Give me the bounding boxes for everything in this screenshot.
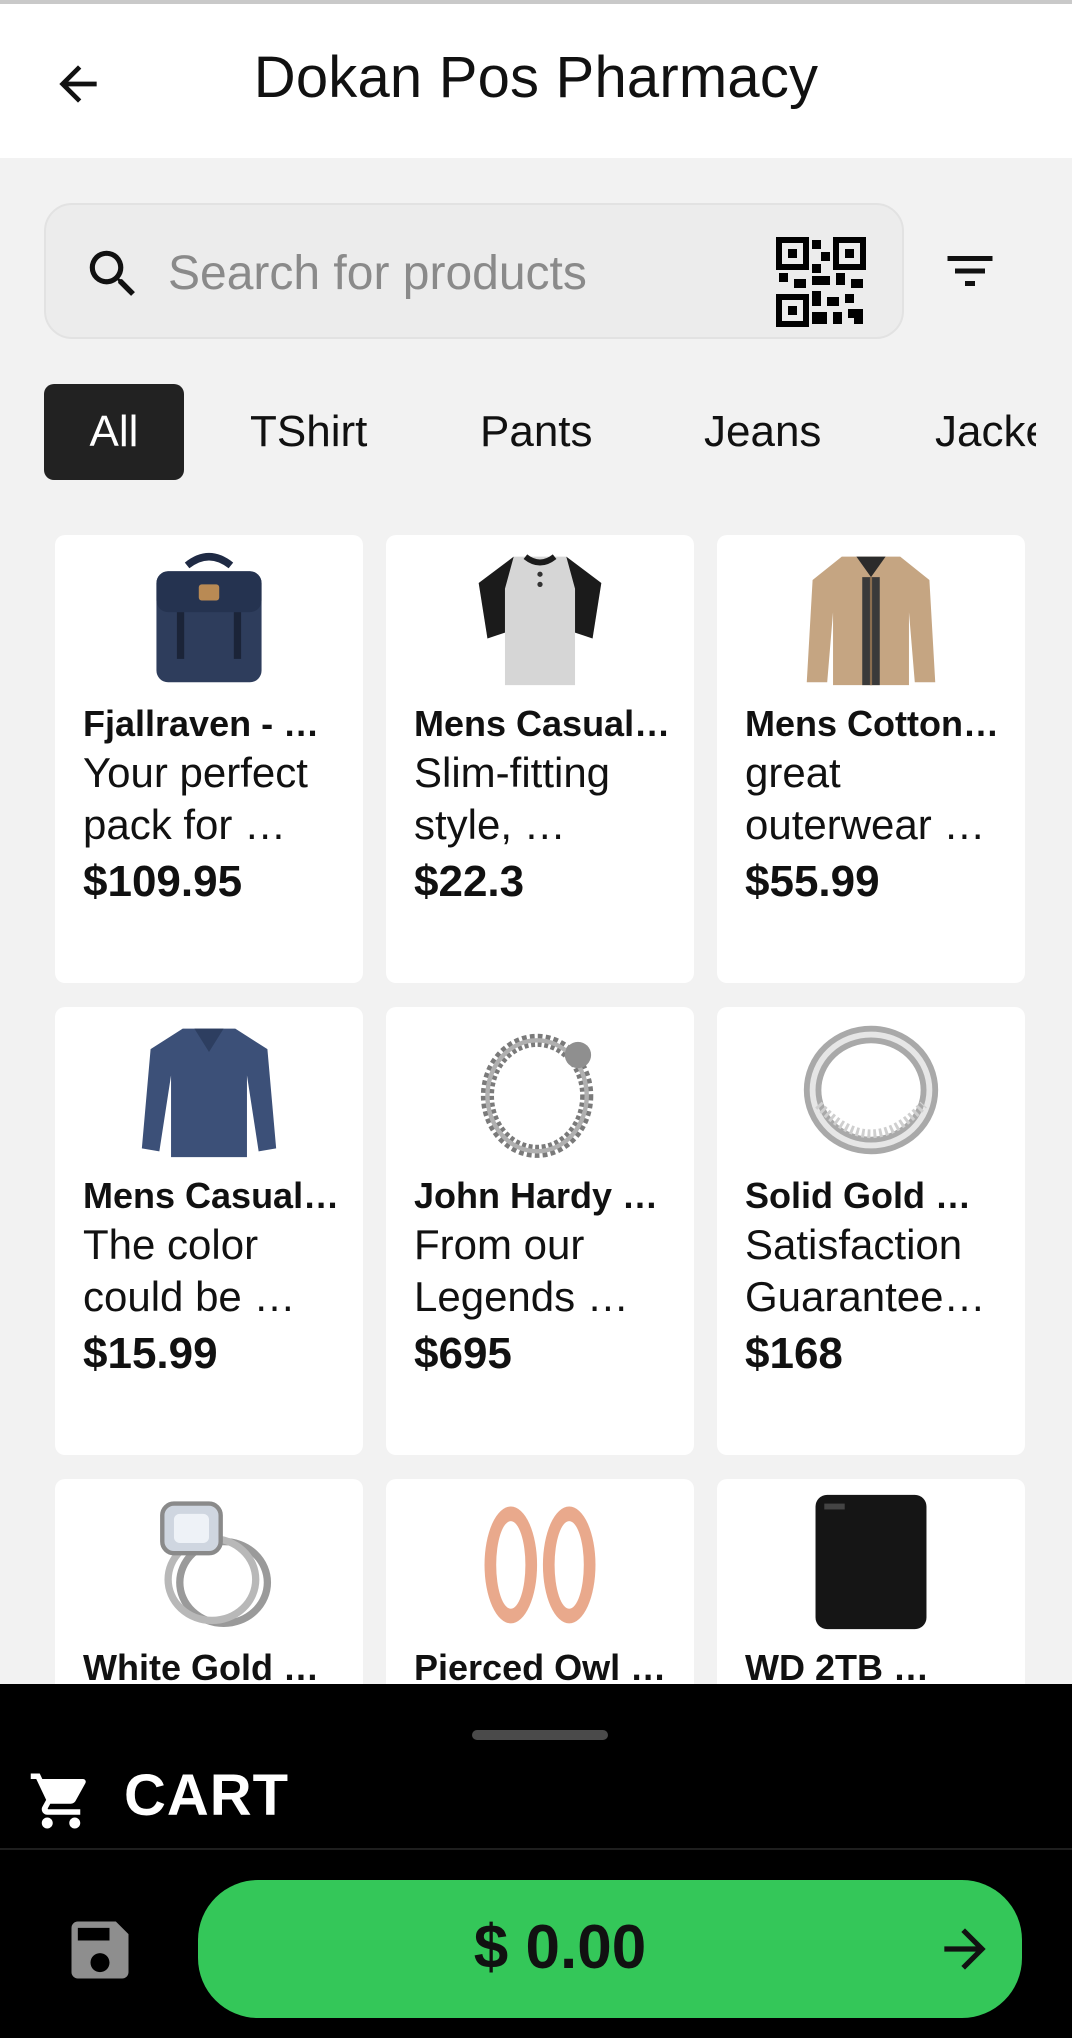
bracelet-image bbox=[480, 1033, 594, 1158]
product-name: WD 2TB … bbox=[745, 1647, 929, 1685]
page-title: Dokan Pos Pharmacy bbox=[253, 45, 819, 110]
arrow-forward-icon bbox=[944, 1928, 986, 1970]
diamond-ring-image bbox=[160, 1501, 272, 1627]
product-card[interactable]: Pierced Owl … bbox=[386, 1479, 694, 1685]
backpack-image bbox=[156, 553, 262, 683]
product-price: $55.99 bbox=[745, 857, 880, 906]
product-description: Your perfect pack for … bbox=[83, 749, 308, 848]
search-bar[interactable] bbox=[44, 203, 904, 339]
product-name: Mens Casual… bbox=[414, 703, 671, 744]
product-card[interactable]: Mens Casual… The color could be … $15.99 bbox=[55, 1007, 363, 1455]
hard-drive-image bbox=[815, 1494, 927, 1630]
category-tabs: All TShirt Pants Jeans Jacke bbox=[44, 384, 1036, 480]
product-description: From our Legends … bbox=[414, 1221, 629, 1320]
product-description: The color could be … bbox=[83, 1221, 296, 1320]
product-name: Mens Cotton… bbox=[745, 703, 999, 744]
product-card[interactable]: WD 2TB … bbox=[717, 1479, 1025, 1685]
product-name: Mens Casual… bbox=[83, 1175, 340, 1216]
product-card[interactable]: Mens Cotton… great outerwear … $55.99 bbox=[717, 535, 1025, 983]
product-grid: Fjallraven - … Your perfect pack for … $… bbox=[55, 535, 1025, 1685]
plugs-image bbox=[484, 1506, 596, 1624]
filter-button[interactable] bbox=[930, 236, 1010, 306]
product-price: $22.3 bbox=[414, 857, 525, 906]
save-icon[interactable] bbox=[62, 1912, 138, 1988]
product-price: $15.99 bbox=[83, 1329, 218, 1378]
product-price: $109.95 bbox=[83, 857, 243, 906]
filter-icon bbox=[947, 256, 993, 286]
drag-handle[interactable] bbox=[472, 1730, 608, 1740]
checkout-button[interactable]: $ 0.00 bbox=[198, 1880, 1022, 2018]
tab-jeans[interactable]: Jeans bbox=[704, 384, 821, 480]
product-name: Pierced Owl … bbox=[414, 1647, 667, 1685]
cart-total: $ 0.00 bbox=[473, 1913, 647, 1982]
tab-all[interactable]: All bbox=[44, 384, 184, 480]
product-description: Slim-fitting style, … bbox=[414, 749, 611, 848]
product-name: Fjallraven - … bbox=[83, 703, 320, 744]
search-input[interactable] bbox=[168, 235, 688, 311]
tab-jackets[interactable]: Jacke bbox=[935, 384, 1036, 480]
product-card[interactable]: White Gold … bbox=[55, 1479, 363, 1685]
cart-panel: CART $ 0.00 bbox=[0, 1684, 1072, 2038]
product-description: great outerwear … bbox=[745, 749, 986, 848]
product-price: $695 bbox=[414, 1329, 512, 1378]
tab-tshirt[interactable]: TShirt bbox=[250, 384, 367, 480]
product-name: White Gold … bbox=[83, 1647, 319, 1685]
product-name: John Hardy … bbox=[414, 1175, 659, 1216]
product-card[interactable]: Mens Casual… Slim-fitting style, … $22.3 bbox=[386, 535, 694, 983]
divider bbox=[0, 1848, 1072, 1850]
long-sleeve-shirt-image bbox=[141, 1028, 277, 1158]
cart-icon bbox=[30, 1773, 86, 1829]
henley-shirt-image bbox=[478, 554, 602, 686]
ring-image bbox=[803, 1025, 939, 1155]
app-bar: Dokan Pos Pharmacy bbox=[0, 4, 1072, 158]
product-card[interactable]: Fjallraven - … Your perfect pack for … $… bbox=[55, 535, 363, 983]
product-description: Satisfaction Guarantee… bbox=[745, 1221, 986, 1320]
jacket-image bbox=[806, 556, 936, 686]
product-price: $168 bbox=[745, 1329, 843, 1378]
product-name: Solid Gold … bbox=[745, 1175, 971, 1216]
qr-code-icon[interactable] bbox=[776, 237, 866, 327]
product-card[interactable]: John Hardy … From our Legends … $695 bbox=[386, 1007, 694, 1455]
tab-pants[interactable]: Pants bbox=[480, 384, 593, 480]
search-icon bbox=[89, 250, 135, 296]
product-card[interactable]: Solid Gold … Satisfaction Guarantee… $16… bbox=[717, 1007, 1025, 1455]
cart-label[interactable]: CART bbox=[124, 1762, 289, 1829]
